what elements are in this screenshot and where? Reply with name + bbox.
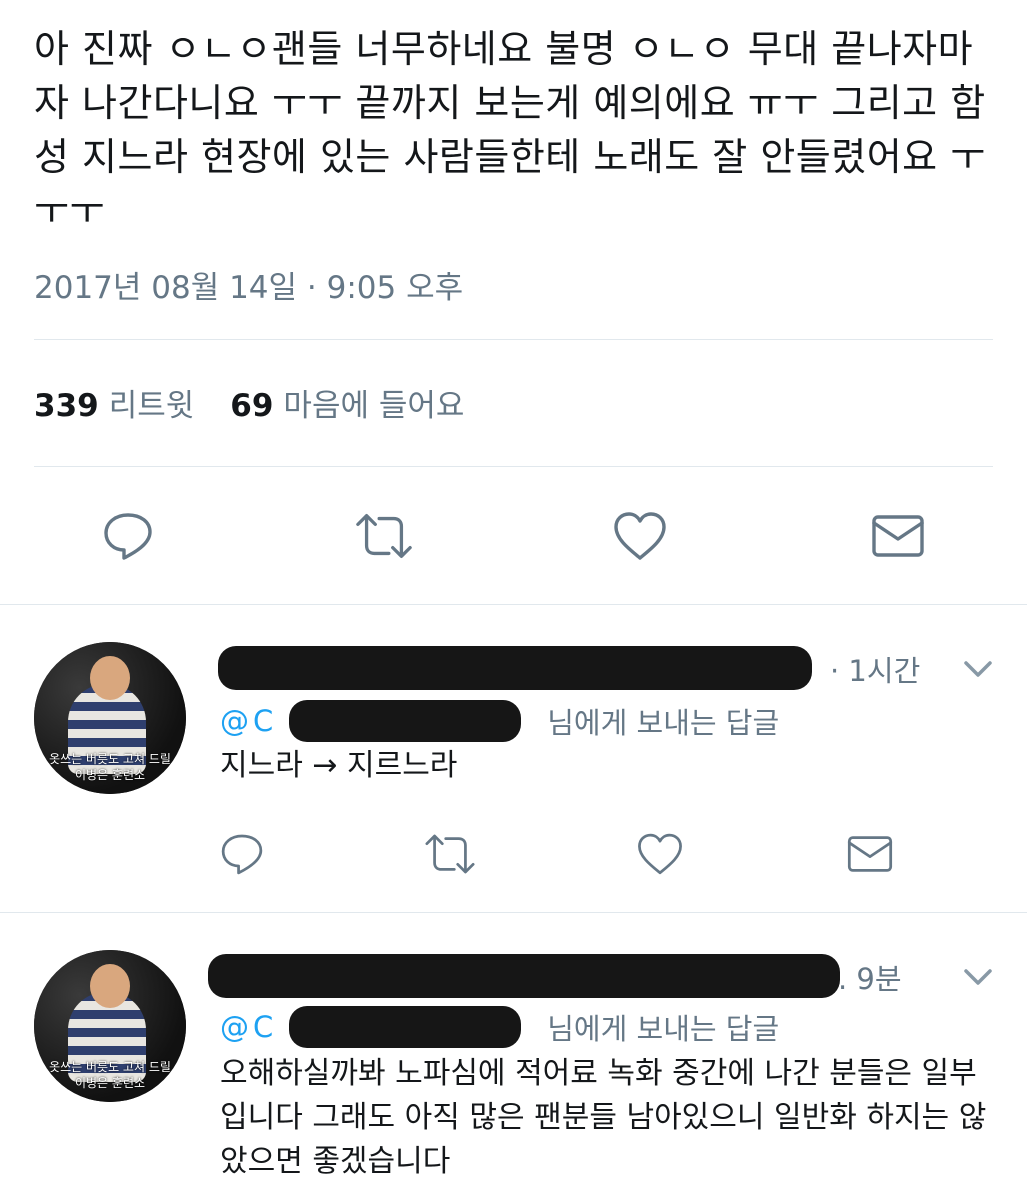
replying-to: @ C 님에게 보내는 답글: [220, 700, 779, 742]
tweet-action-bar: [0, 506, 1027, 566]
dm-button[interactable]: [840, 826, 900, 882]
divider: [34, 339, 993, 340]
reply-tweet[interactable]: 옷쓰는 버릇도 고쳐 드릴 이병은 훈련소 · 1시간 @ C 님에게 보내는 …: [0, 604, 1027, 912]
like-count[interactable]: 69: [230, 388, 273, 424]
retweet-count[interactable]: 339: [34, 388, 99, 424]
replying-handle[interactable]: C: [253, 1010, 273, 1044]
redacted-username: [208, 954, 840, 998]
mail-icon: [872, 515, 924, 557]
replying-handle[interactable]: C: [253, 704, 273, 738]
redacted-handle: [289, 700, 522, 742]
reply-time[interactable]: · 1시간: [830, 648, 920, 690]
reply-text: 지느라 → 지르느라: [220, 748, 458, 783]
retweet-icon: [425, 834, 475, 874]
avatar[interactable]: 옷쓰는 버릇도 고쳐 드릴 이병은 훈련소: [34, 642, 186, 794]
mail-icon: [847, 836, 893, 872]
tweet-stats: 339 리트윗 69 마음에 들어요: [34, 380, 464, 425]
tweet-timestamp[interactable]: 2017년 08월 14일 · 9:05 오후: [34, 262, 463, 307]
chevron-down-icon[interactable]: [958, 654, 998, 684]
dm-button[interactable]: [868, 506, 928, 566]
redacted-handle: [289, 1006, 522, 1048]
reply-button[interactable]: [98, 506, 158, 566]
replying-to: @ C 님에게 보내는 답글: [220, 1006, 779, 1048]
reply-button[interactable]: [212, 826, 272, 882]
reply-icon: [104, 513, 152, 560]
tweet-text: 아 진짜 ㅇㄴㅇ괜들 너무하네요 불명 ㅇㄴㅇ 무대 끝나자마자 나간다니요 ㅜ…: [34, 27, 986, 233]
retweet-icon: [356, 514, 412, 558]
reply-time[interactable]: . 9분: [838, 956, 902, 998]
like-label[interactable]: 마음에 들어요: [283, 380, 464, 425]
reply-text: 오해하실까봐 노파심에 적어료 녹화 중간에 나간 분들은 일부입니다 그래도 …: [220, 1056, 987, 1179]
chevron-down-icon[interactable]: [958, 962, 998, 992]
retweet-button[interactable]: [354, 506, 414, 566]
like-button[interactable]: [610, 506, 670, 566]
avatar[interactable]: 옷쓰는 버릇도 고쳐 드릴 이병은 훈련소: [34, 950, 186, 1102]
reply-tweet[interactable]: 옷쓰는 버릇도 고쳐 드릴 이병은 훈련소 . 9분 @ C 님에게 보내는 답…: [0, 912, 1027, 1200]
retweet-label[interactable]: 리트윗: [109, 380, 195, 425]
heart-icon: [638, 833, 682, 875]
reply-icon: [221, 834, 263, 875]
like-button[interactable]: [630, 826, 690, 882]
heart-icon: [614, 512, 666, 560]
divider: [34, 466, 993, 467]
retweet-button[interactable]: [420, 826, 480, 882]
reply-action-bar: [0, 826, 1027, 882]
redacted-username: [218, 646, 812, 690]
